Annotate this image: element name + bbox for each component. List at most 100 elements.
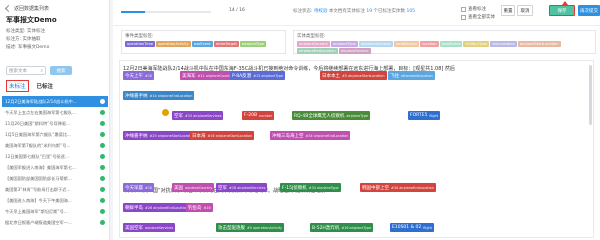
check-icon [100,198,105,203]
type-chip[interactable]: shipLocation [490,41,517,47]
entity-text: FORTE5 [410,113,428,118]
entity-text: E10S01 & 02 [392,225,422,230]
hand-cursor-icon [162,109,169,116]
submit-button[interactable]: 再次提交 [578,5,600,16]
list-item[interactable]: 今天早上五点左右美国海军第七舰队... [2,107,108,118]
entity-annotation[interactable]: RQ-4B全球鹰无人侦察机 airplaneType [292,111,370,120]
type-chip[interactable]: operationActivity [156,41,191,47]
entity-text: 日本本土 [322,73,340,79]
entity-text: 韩国中部上空 [362,185,389,191]
tab-labeled[interactable]: 已标注 [35,80,56,92]
entity-annotation[interactable]: 今天早晨 #10 [123,183,155,192]
entity-annotation[interactable]: P-8A反潜 #13 airplaneType [230,71,286,80]
entity-annotation[interactable]: 美国 airplaneCountry [172,183,215,192]
list-item[interactable]: 今天早上美国海军“斯坦尼斯”号... [2,206,108,217]
back-link[interactable]: 返回数据集列表 [4,4,50,13]
entity-annotation[interactable]: 韩国中部上空 #34 airplaneEndLocation [360,183,436,192]
annotation-canvas[interactable]: 12月2日美海军陆战队2/14战斗机中队在中国东海F-35C战斗机已接到绝对命令… [119,60,594,238]
entity-tag: #34 airplaneType [308,185,339,190]
entity-text: B-52H轰炸机 [312,225,340,231]
search-placeholder: 搜索文本 [9,68,27,74]
entity-text: 空军 [218,185,227,191]
entity-annotation[interactable]: 攻击型驱逐舰 #5 operationActivity [216,223,285,232]
entity-type-panel: 实体类型标签: airplaneCountry airplaneType airpl… [293,30,596,54]
list-item[interactable]: 【美国国防部美国国防部长马蒂斯... [2,173,108,184]
entity-annotation[interactable]: 冲绳嘉手纳 #25 airplaneStartLocation [123,131,197,140]
search-button[interactable]: 搜索 [50,66,72,75]
entity-annotation[interactable]: 空军 #18 airplaneServices [216,183,268,192]
event-chips: operationTime operationActivity warEvent st… [125,41,282,47]
list-item[interactable]: 【美国军舰进入南海】美国海军第七... [2,162,108,173]
entity-annotation[interactable]: 空军 #15 airplaneServices [172,111,224,120]
list-item[interactable]: 美国第3“林肯”号航母打击群于近... [2,184,108,195]
entity-text: 美海军 [182,73,196,79]
entity-annotation[interactable]: 日本本土 #5 airplaneStartLocation [320,71,387,80]
type-chip[interactable]: operationTime [125,41,156,47]
entity-annotation[interactable]: 日本海 #16 airplaneStartLocation [190,131,255,140]
list-item[interactable]: 11月26日美国“斯科特”号导弹驱... [2,118,108,129]
entity-tag: airplaneCountry [185,185,213,190]
scrollbar[interactable] [589,65,592,125]
list-item[interactable]: 12月2日美海军陆战队2/14战斗机中... [2,96,108,107]
search-input[interactable]: 搜索文本 ⌕ [6,66,46,75]
entity-annotation[interactable]: 朝鲜半岛 #26 airplaneEndLocation [123,203,190,212]
type-chip[interactable]: weaponType [239,41,267,47]
entity-annotation[interactable]: 冲绳三岛海上空 #34 airplaneEndLocation [270,131,351,140]
cancel-button[interactable]: 取消 [517,5,533,16]
type-chip[interactable]: warEvent [191,41,213,47]
view-all-checkbox[interactable]: 查看全部实体 [461,14,495,20]
view-labels-checkbox[interactable]: 查看标注 [461,6,486,12]
tab-unlabeled[interactable]: 未标注 [6,80,29,92]
type-chip[interactable]: airplaneStartLocation [517,41,561,47]
main-area: 14 / 16 标注状态: 待校验 本文档有实体标注 19 个已标注实体数 10… [113,0,600,240]
reset-button[interactable]: 重置 [501,5,515,16]
entity-annotation[interactable]: B-52H轰炸机 #16 airplaneType [310,223,374,232]
entity-annotation[interactable]: E10S01 & 02 flight [390,223,434,232]
type-chip[interactable]: localService [393,41,420,47]
entity-annotation[interactable]: F-20B number [242,111,275,120]
entity-annotation[interactable]: FORTE5 flight [408,111,441,120]
type-chip[interactable]: militaryType [463,41,490,47]
entity-tag: #18 airplaneServices [229,185,266,190]
search-row: 搜索文本 ⌕ 搜索 [6,66,72,75]
entity-annotation[interactable]: 飞往 otherwordLocation [388,71,435,80]
list-item[interactable]: 据北京日报客户端报道美国空军一... [2,217,108,228]
entity-tag: #16 airplaneStartLocation [207,133,253,138]
entity-annotation[interactable]: 美海军 #11 airplaneCountry [180,71,236,80]
check-icon [100,110,105,115]
type-chip[interactable]: airplaneCountry [297,41,330,47]
entity-text: 冲绳嘉手纳 [125,133,148,139]
save-button[interactable]: 保存 [549,5,575,16]
entity-tag: #11 airplaneCountry [197,73,234,78]
meta-line: 标注方: 实体抽取 [6,37,41,42]
type-chip[interactable]: strikeTarget [213,41,239,47]
entity-annotation[interactable]: 钓鱼岛 #16 [186,203,213,212]
entity-tag: #5 operationActivity [247,225,283,230]
list-item[interactable]: 12日美国第七舰队“巴里”号驱逐... [2,151,108,162]
entity-tag: #16 [203,205,211,210]
type-chip[interactable]: airplaneService [338,48,371,54]
type-chip[interactable]: location [420,41,439,47]
entity-annotation[interactable]: 美国空军 airplaneServices [123,223,176,232]
entity-annotation[interactable]: 冲绳嘉手纳 #14 airplaneEndLocation [123,91,195,100]
list-item[interactable]: 【美国进入南海】今天下午美国海... [2,195,108,206]
entity-text: 今天早晨 [125,185,143,191]
doc-tabs: 未标注 已标注 [6,80,55,92]
type-chip[interactable]: airplaneType [330,41,358,47]
list-item[interactable]: 美国海军第7舰队的“米利乌斯”号... [2,140,108,151]
entity-text: 飞往 [390,73,399,79]
entity-text: 钓鱼岛 [188,205,202,211]
type-chip[interactable]: airplaneServices [358,41,393,47]
entity-annotation[interactable]: F-15J侦察机 #34 airplaneType [280,183,341,192]
entity-chips: airplaneCountry airplaneType airplaneServi… [297,41,592,54]
entity-annotation[interactable]: 今天上午 #10 [123,71,155,80]
check-icon [100,99,105,104]
type-chip[interactable]: localEvent [439,41,463,47]
back-label: 返回数据集列表 [14,6,50,12]
entity-text: 朝鲜半岛 [125,205,143,211]
entity-text: 美国空军 [125,225,143,231]
type-chip[interactable]: airplaneEndLocation [297,48,338,54]
entity-text: 空军 [174,113,183,119]
list-item[interactable]: 1月5日美国海军第六舰队“惠德比... [2,129,108,140]
project-title: 军事报文Demo [6,16,57,24]
